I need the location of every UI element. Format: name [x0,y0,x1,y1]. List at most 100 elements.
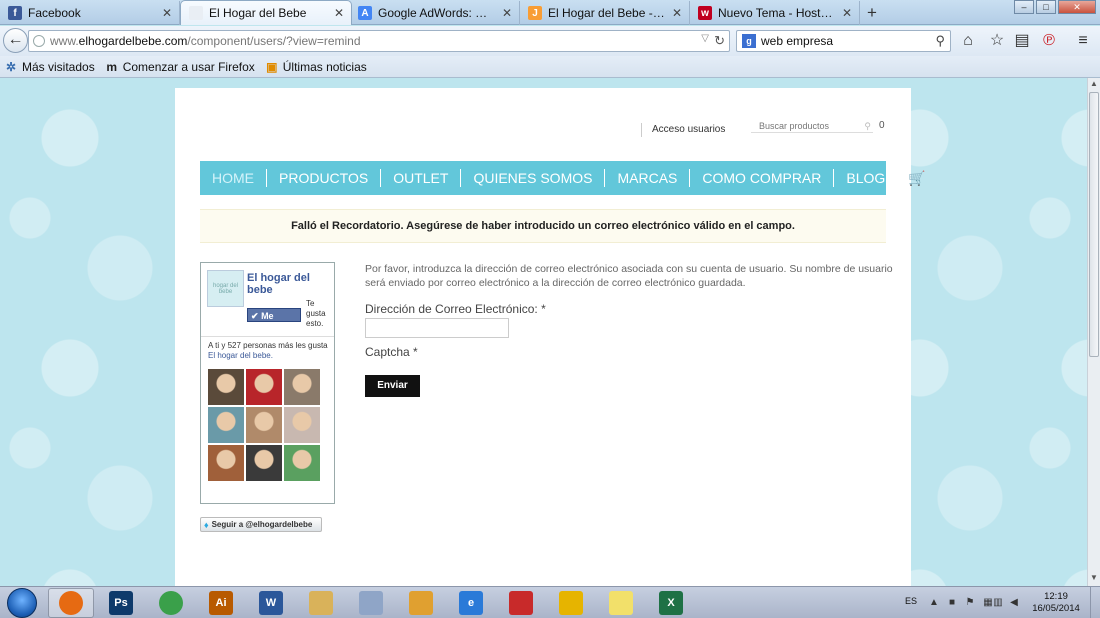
explorer-icon [309,591,333,615]
taskbar-app-excel[interactable]: X [648,588,694,618]
menu-item-marcas[interactable]: MARCAS [605,169,691,187]
friend-avatar[interactable] [284,445,320,481]
taskbar-app-explorer[interactable] [298,588,344,618]
show-hidden-icons-icon[interactable]: ▲ [928,597,940,609]
network-icon[interactable]: ▥ [992,597,1004,609]
friend-avatar[interactable] [208,407,244,443]
tab-close-icon[interactable]: ✕ [841,6,853,20]
search-engine-selector[interactable]: g [737,31,761,51]
friends-like-text: A ti y 527 personas más les gusta El hog… [208,341,338,361]
menu-item-quienes-somos[interactable]: QUIENES SOMOS [461,169,606,187]
scrollbar-thumb[interactable] [1089,92,1099,357]
bookmark-most-visited[interactable]: ✲ Más visitados [4,60,95,74]
browser-tab[interactable]: El Hogar del Bebe ✕ [180,0,352,25]
cart-icon[interactable]: 🛒 [908,170,925,187]
taskbar-app-sticky-notes[interactable] [598,588,644,618]
navigation-bar: ← www. elhogardelbebe.com/component/users… [0,26,1100,56]
back-button[interactable]: ← [3,28,28,53]
submit-button[interactable]: Enviar [365,375,420,397]
facebook-like-box: hogar del bebe El hogar del bebe ✔ Me gu… [200,262,335,504]
tab-close-icon[interactable]: ✕ [501,6,513,20]
product-search-input[interactable]: Buscar productos ⚲ [751,120,873,133]
address-bar[interactable]: www. elhogardelbebe.com/component/users/?… [28,30,730,52]
search-icon[interactable]: ⚲ [864,120,871,132]
close-window-button[interactable]: ✕ [1058,0,1096,14]
word-icon: W [259,591,283,615]
taskbar-app-calculator[interactable] [348,588,394,618]
tab-close-icon[interactable]: ✕ [333,6,345,20]
twitter-follow-button[interactable]: ♦ Seguir a @elhogardelbebe [200,517,322,532]
minimize-button[interactable]: – [1014,0,1034,14]
start-button[interactable] [2,587,42,618]
browser-tab[interactable]: f Facebook ✕ [0,1,180,25]
friend-avatar[interactable] [284,407,320,443]
taskbar-app-media-player[interactable] [398,588,444,618]
facebook-like-button[interactable]: ✔ Me gusta [247,308,301,335]
menu-item-outlet[interactable]: OUTLET [381,169,462,187]
volume-icon[interactable]: ◀ [1008,597,1020,609]
language-indicator[interactable]: ES [905,596,917,606]
clock[interactable]: 12:19 16/05/2014 [1028,591,1084,615]
show-desktop-button[interactable] [1090,587,1100,618]
page-viewport: Acceso usuarios Buscar productos ⚲ 0 HOME… [0,78,1087,586]
tab-favicon-icon: A [358,6,372,20]
page-logo[interactable]: hogar del bebe [207,270,244,307]
security-icon[interactable]: ■ [946,597,958,609]
browser-tab[interactable]: J El Hogar del Bebe - Admini... ✕ [520,1,690,25]
menu-icon[interactable]: ≡ [1072,30,1094,52]
search-icon[interactable]: ⚲ [935,33,945,49]
menu-item-como-comprar[interactable]: COMO COMPRAR [690,169,835,187]
tab-close-icon[interactable]: ✕ [161,6,173,20]
page-link[interactable]: El hogar del bebe. [208,351,273,360]
filezilla-icon [509,591,533,615]
maximize-button[interactable]: □ [1036,0,1056,14]
search-input[interactable]: web empresa [761,34,833,48]
taskbar-app-filezilla[interactable] [498,588,544,618]
friend-avatar[interactable] [284,369,320,405]
bookmark-label: Más visitados [22,59,95,74]
menu-item-productos[interactable]: PRODUCTOS [267,169,382,187]
outlook-icon [559,591,583,615]
friend-avatar[interactable] [208,445,244,481]
like-status-text: Te gusta esto. [306,299,326,328]
taskbar-app-illustrator[interactable]: Ai [198,588,244,618]
browser-tab[interactable]: w Nuevo Tema - Hosting Wo... ✕ [690,1,860,25]
form-intro: Por favor, introduzca la dirección de co… [365,263,893,289]
vertical-scrollbar[interactable]: ▲ ▼ [1087,78,1100,586]
email-field[interactable] [365,318,509,338]
home-icon[interactable]: ⌂ [957,30,979,52]
search-bar[interactable]: g web empresa ⚲ [736,30,951,52]
clock-date: 16/05/2014 [1032,603,1080,614]
taskbar-app-photoshop[interactable]: Ps [98,588,144,618]
menu-item-blog[interactable]: BLOG [834,169,899,187]
bookmark-latest-news[interactable]: ▣ Últimas noticias [265,60,367,74]
facebook-page-name[interactable]: El hogar del bebe [247,272,317,296]
scroll-down-arrow[interactable]: ▼ [1088,573,1100,585]
friend-avatar[interactable] [208,369,244,405]
taskbar-app-outlook[interactable] [548,588,594,618]
taskbar-app-firefox[interactable] [48,588,94,618]
menu-item-home[interactable]: HOME [200,169,267,187]
friend-avatar[interactable] [246,369,282,405]
url-dropdown-icon[interactable]: ▽ [701,33,709,44]
new-tab-button[interactable]: + [862,3,882,23]
friends-count-text: A ti y 527 personas más les gusta [208,341,328,350]
friend-avatar[interactable] [246,445,282,481]
browser-tab[interactable]: A Google AdWords: Planifica... ✕ [350,1,520,25]
taskbar-app-internet-explorer[interactable]: e [448,588,494,618]
tab-label: El Hogar del Bebe [209,6,307,20]
friend-avatar[interactable] [246,407,282,443]
cart-count: 0 [879,120,885,131]
pinterest-icon[interactable]: ℗ [1038,30,1060,52]
bookmark-label: Últimas noticias [282,59,367,74]
bookmark-getting-started[interactable]: m Comenzar a usar Firefox [105,60,254,74]
reload-icon[interactable]: ↻ [714,33,725,49]
taskbar-app-word[interactable]: W [248,588,294,618]
scroll-up-arrow[interactable]: ▲ [1088,79,1100,91]
tab-close-icon[interactable]: ✕ [671,6,683,20]
action-center-icon[interactable]: ⚑ [964,597,976,609]
access-users-link[interactable]: Acceso usuarios [641,123,725,137]
bookmarks-menu-icon[interactable]: ▤ [1011,30,1033,52]
bookmark-star-icon[interactable]: ☆ [986,30,1008,52]
taskbar-app-chrome[interactable] [148,588,194,618]
